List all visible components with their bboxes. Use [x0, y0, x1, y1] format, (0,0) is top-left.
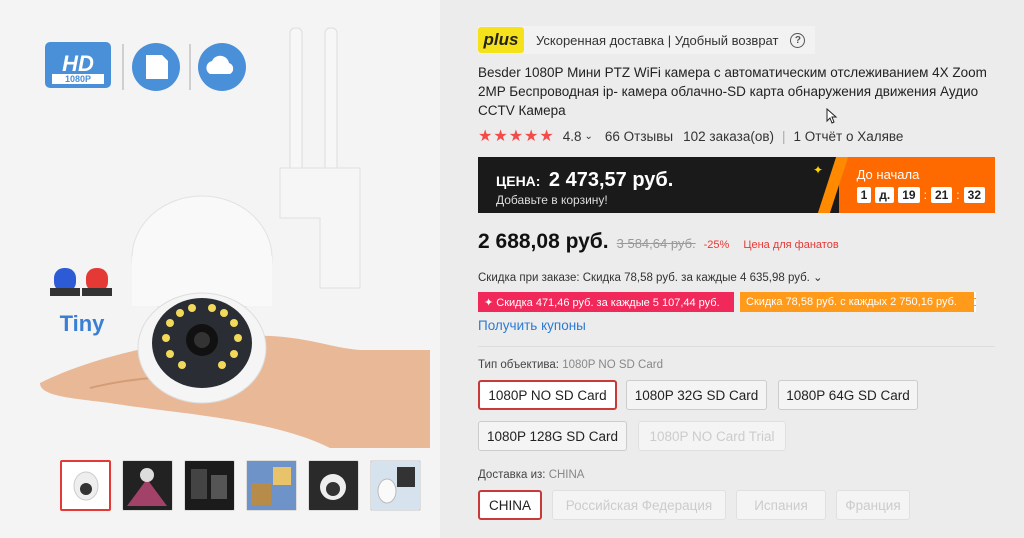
lens-option-1[interactable]: 1080P NO SD Card: [478, 380, 617, 410]
lens-option-2[interactable]: 1080P 32G SD Card: [626, 380, 767, 410]
lens-option-5[interactable]: 1080P NO Card Trial: [638, 421, 786, 451]
thumbnail-1[interactable]: [60, 460, 111, 511]
order-discount[interactable]: Скидка при заказе: Скидка 78,58 руб. за …: [478, 270, 823, 284]
ship-option-france[interactable]: Франция: [836, 490, 910, 520]
help-icon[interactable]: ?: [790, 32, 806, 48]
coupon-2[interactable]: Скидка 78,58 руб. с каждых 2 750,16 руб.: [740, 292, 976, 312]
lens-option-3[interactable]: 1080P 64G SD Card: [778, 380, 918, 410]
chevron-down-icon[interactable]: ⌄: [585, 131, 593, 142]
plus-text: Ускоренная доставка | Удобный возврат: [536, 32, 779, 48]
countdown-timer: 1 д. 19 : 21 : 32: [856, 187, 985, 203]
reviews-link[interactable]: 66 Отзывы: [605, 129, 673, 144]
product-info: plus Ускоренная доставка | Удобный возвр…: [478, 0, 1008, 538]
timer-seconds: 32: [963, 187, 985, 203]
thumbnail-3[interactable]: [184, 460, 235, 511]
ship-from-value: CHINA: [548, 469, 585, 481]
product-gallery: HD 1080P Tiny: [0, 0, 440, 538]
countdown-label: До начала: [856, 167, 920, 182]
promo-price-block: ЦЕНА: 2 473,57 руб. Добавьте в корзину! …: [478, 157, 848, 213]
countdown-block: До начала 1 д. 19 : 21 : 32: [838, 157, 995, 213]
orders-count: 102 заказа(ов): [683, 128, 775, 144]
timer-minutes: 21: [930, 187, 953, 203]
svg-text:HD: HD: [62, 51, 94, 76]
svg-text:1080P: 1080P: [65, 74, 91, 84]
timer-days-unit: д.: [875, 187, 895, 203]
cloud-icon: [198, 43, 246, 91]
lens-type-label: Тип объектива: 1080P NO SD Card: [478, 359, 663, 371]
current-price: 2 688,08 руб.: [478, 230, 609, 253]
thumbnail-2[interactable]: [122, 460, 173, 511]
report-link[interactable]: 1 Отчёт о Халяве: [794, 129, 904, 144]
sparkle-icon: ✦: [813, 163, 824, 177]
svg-text:Tiny: Tiny: [60, 311, 106, 336]
ship-option-china[interactable]: CHINA: [478, 490, 542, 520]
timer-days: 1: [856, 187, 872, 203]
rating-row: ★★★★★ 4.8 ⌄ 66 Отзывы 102 заказа(ов) | 1…: [478, 128, 904, 145]
siren-icons: [50, 268, 112, 296]
old-price: 3 584,64 руб.: [616, 236, 696, 251]
thumbnail-4[interactable]: [246, 460, 297, 511]
coupon-1[interactable]: ✦ Скидка 471,46 руб. за каждые 5 107,44 …: [478, 292, 734, 312]
ship-from-label: Доставка из: CHINA: [478, 469, 584, 481]
lens-option-4[interactable]: 1080P 128G SD Card: [478, 421, 627, 451]
rating-value: 4.8: [562, 128, 582, 144]
sd-card-icon: [132, 43, 180, 91]
mouse-cursor-icon: [826, 108, 838, 124]
lens-type-title: Тип объектива:: [478, 359, 559, 371]
thumbnail-strip: [60, 460, 421, 511]
product-title: Besder 1080P Мини PTZ WiFi камера с авто…: [478, 65, 987, 118]
promo-banner[interactable]: ЦЕНА: 2 473,57 руб. Добавьте в корзину! …: [478, 157, 995, 213]
timer-hours: 19: [898, 187, 920, 203]
promo-price: 2 473,57 руб.: [548, 169, 674, 191]
plus-banner[interactable]: plus Ускоренная доставка | Удобный возвр…: [478, 26, 816, 54]
hd-badge-icon: HD 1080P: [45, 42, 111, 88]
promo-price-label: ЦЕНА:: [496, 173, 541, 189]
coupons-row: ✦ Скидка 471,46 руб. за каждые 5 107,44 …: [478, 292, 976, 312]
ship-from-title: Доставка из:: [478, 469, 546, 481]
thumbnail-6[interactable]: [370, 460, 421, 511]
thumbnail-5[interactable]: [308, 460, 359, 511]
divider: [478, 346, 995, 347]
ship-option-spain[interactable]: Испания: [736, 490, 826, 520]
price-row: 2 688,08 руб. 3 584,64 руб. -25% Цена дл…: [478, 230, 839, 254]
fans-price-label: Цена для фанатов: [743, 239, 839, 251]
ship-option-russia[interactable]: Российская Федерация: [552, 490, 726, 520]
promo-subtext: Добавьте в корзину!: [496, 193, 608, 207]
plus-badge: plus: [478, 27, 524, 53]
discount-badge: -25%: [703, 239, 730, 251]
get-coupons-link[interactable]: Получить купоны: [478, 318, 586, 333]
product-main-image[interactable]: HD 1080P Tiny: [30, 18, 430, 448]
lens-type-value: 1080P NO SD Card: [562, 359, 663, 371]
star-rating-icon: ★★★★★: [478, 128, 555, 145]
